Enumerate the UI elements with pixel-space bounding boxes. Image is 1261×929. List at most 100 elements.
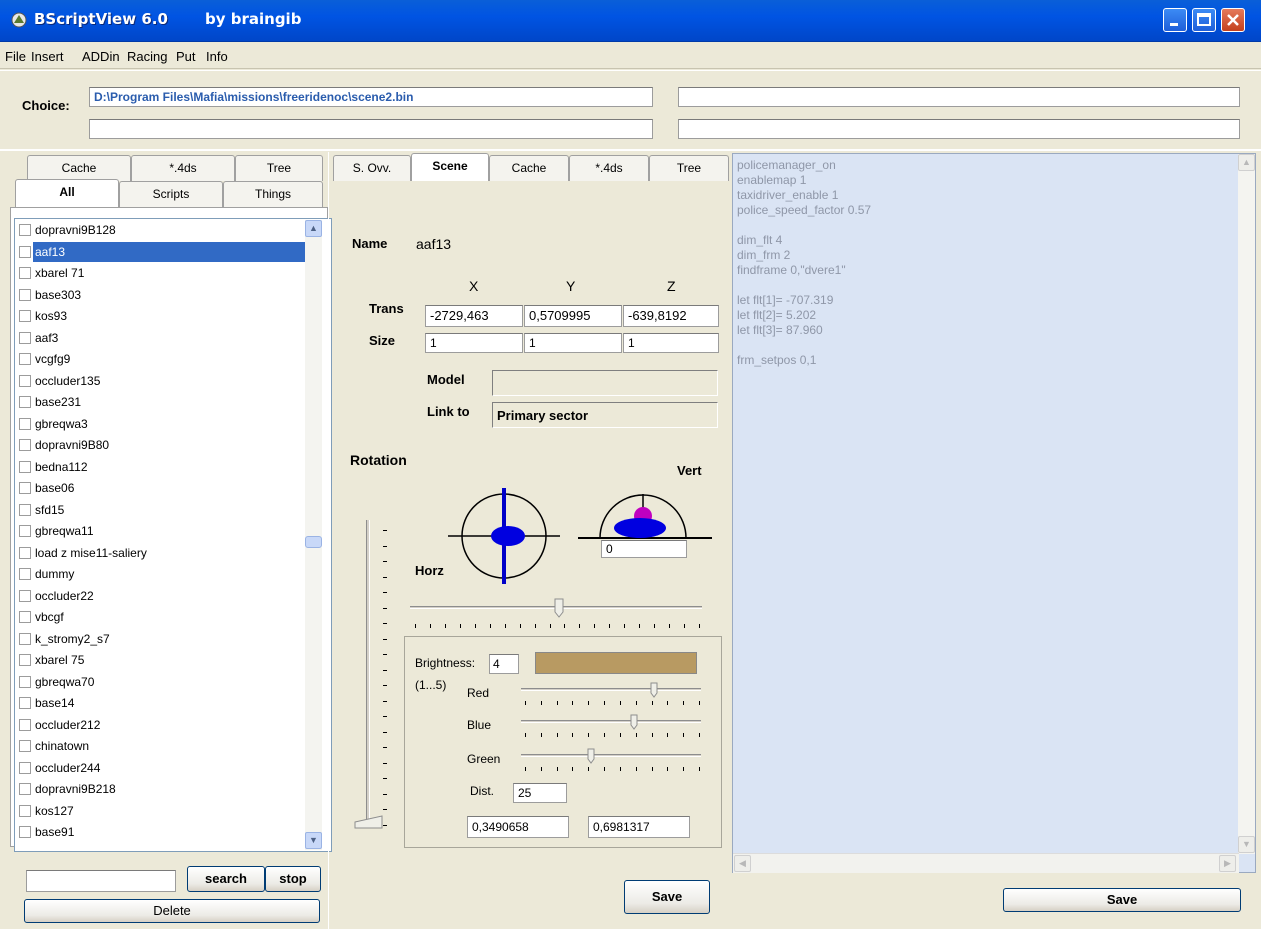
list-item[interactable]: dopravni9B128: [17, 220, 307, 240]
list-item[interactable]: occluder135: [17, 371, 307, 391]
horz-rotation-dial[interactable]: [448, 484, 560, 584]
size-z-field[interactable]: 1: [623, 333, 719, 353]
menu-insert[interactable]: Insert: [31, 49, 64, 64]
list-item[interactable]: sfd15: [17, 500, 307, 520]
tab-scene[interactable]: Scene: [411, 153, 489, 181]
menu-addin[interactable]: ADDin: [82, 49, 120, 64]
brightness-color-swatch[interactable]: [535, 652, 697, 674]
list-item-checkbox[interactable]: [19, 546, 31, 559]
choice-secondary-field[interactable]: [89, 119, 653, 139]
list-item-checkbox[interactable]: [19, 245, 31, 258]
green-slider-thumb[interactable]: [587, 748, 595, 764]
list-item-checkbox[interactable]: [19, 525, 31, 537]
list-item[interactable]: dummy: [17, 564, 307, 584]
close-button[interactable]: [1221, 8, 1245, 32]
green-slider-track[interactable]: [521, 754, 701, 757]
list-item[interactable]: dopravni9B80: [17, 435, 307, 455]
list-item[interactable]: aaf13: [17, 241, 307, 262]
vert-rotation-dial[interactable]: [578, 480, 712, 542]
rotation-value-b-field[interactable]: 0,6981317: [588, 816, 690, 838]
list-item-checkbox[interactable]: [19, 697, 31, 709]
trans-x-field[interactable]: -2729,463: [425, 305, 523, 327]
list-item-checkbox[interactable]: [19, 396, 31, 408]
tab-all[interactable]: All: [15, 179, 119, 207]
list-item-checkbox[interactable]: [19, 783, 31, 795]
list-item-checkbox[interactable]: [19, 310, 31, 322]
list-item[interactable]: xbarel 75: [17, 650, 307, 670]
list-item[interactable]: vbcgf: [17, 607, 307, 627]
tab-cache[interactable]: Cache: [489, 155, 569, 181]
stop-button[interactable]: stop: [265, 866, 321, 892]
list-item[interactable]: base231: [17, 392, 307, 412]
brightness-field[interactable]: 4: [489, 654, 519, 674]
list-item[interactable]: gbreqwa11: [17, 521, 307, 541]
title-bar[interactable]: BScriptView 6.0 by braingib: [0, 0, 1261, 42]
list-item[interactable]: gbreqwa3: [17, 414, 307, 434]
delete-button[interactable]: Delete: [24, 899, 320, 923]
list-item[interactable]: dopravni9B218: [17, 779, 307, 799]
tab-cache-left[interactable]: Cache: [27, 155, 131, 181]
list-item-checkbox[interactable]: [19, 482, 31, 494]
list-item-checkbox[interactable]: [19, 460, 31, 473]
choice-path-field[interactable]: D:\Program Files\Mafia\missions\freeride…: [89, 87, 653, 107]
size-x-field[interactable]: 1: [425, 333, 523, 353]
blue-slider-track[interactable]: [521, 720, 701, 723]
list-item-checkbox[interactable]: [19, 417, 31, 430]
list-scrollbar[interactable]: ▲ ▼: [305, 220, 322, 850]
list-item-checkbox[interactable]: [19, 353, 31, 365]
link-to-field[interactable]: Primary sector: [492, 402, 718, 428]
list-item[interactable]: gbreqwa70: [17, 672, 307, 692]
list-item-checkbox[interactable]: [19, 675, 31, 688]
list-item-checkbox[interactable]: [19, 761, 31, 774]
list-item[interactable]: occluder244: [17, 758, 307, 778]
list-item-checkbox[interactable]: [19, 718, 31, 731]
trans-z-field[interactable]: -639,8192: [623, 305, 719, 327]
blue-slider-thumb[interactable]: [630, 714, 638, 730]
tab-things[interactable]: Things: [223, 181, 323, 207]
tab-s-ovv[interactable]: S. Ovv.: [333, 155, 411, 181]
red-slider-track[interactable]: [521, 688, 701, 691]
list-item-checkbox[interactable]: [19, 632, 31, 645]
list-item-checkbox[interactable]: [19, 740, 31, 752]
dist-field[interactable]: 25: [513, 783, 567, 803]
tab-scripts[interactable]: Scripts: [119, 181, 223, 207]
list-item[interactable]: base06: [17, 478, 307, 498]
list-item-checkbox[interactable]: [19, 288, 31, 301]
list-item[interactable]: base14: [17, 693, 307, 713]
list-item[interactable]: base91: [17, 822, 307, 842]
choice-right-field-1[interactable]: [678, 87, 1240, 107]
menu-racing[interactable]: Racing: [127, 49, 167, 64]
list-item[interactable]: load z mise11-saliery: [17, 543, 307, 563]
list-item-checkbox[interactable]: [19, 503, 31, 516]
tab-tree[interactable]: Tree: [649, 155, 729, 181]
script-save-button[interactable]: Save: [1003, 888, 1241, 912]
minimize-button[interactable]: [1163, 8, 1187, 32]
list-item-checkbox[interactable]: [19, 374, 31, 387]
menu-info[interactable]: Info: [206, 49, 228, 64]
scene-save-button[interactable]: Save: [624, 880, 710, 914]
list-item-checkbox[interactable]: [19, 611, 31, 623]
list-item-checkbox[interactable]: [19, 804, 31, 817]
list-item[interactable]: aaf3: [17, 328, 307, 348]
list-item[interactable]: bedna112: [17, 457, 307, 477]
scroll-thumb[interactable]: [305, 536, 322, 548]
rotation-value-a-field[interactable]: 0,3490658: [467, 816, 569, 838]
list-item-checkbox[interactable]: [19, 654, 31, 666]
script-scroll-right-button[interactable]: ▶: [1219, 855, 1236, 872]
list-item-checkbox[interactable]: [19, 439, 31, 451]
script-editor[interactable]: policemanager_on enablemap 1 taxidriver_en…: [732, 153, 1256, 873]
list-item-checkbox[interactable]: [19, 224, 31, 236]
vertical-slider-thumb[interactable]: [354, 814, 384, 830]
list-item[interactable]: chinatown: [17, 736, 307, 756]
list-item[interactable]: kos93: [17, 306, 307, 326]
list-item-checkbox[interactable]: [19, 589, 31, 602]
tab-4ds-left[interactable]: *.4ds: [131, 155, 235, 181]
size-y-field[interactable]: 1: [524, 333, 622, 353]
script-scroll-up-button[interactable]: ▲: [1238, 154, 1255, 171]
script-vertical-scrollbar[interactable]: ▲ ▼: [1238, 154, 1255, 854]
scroll-down-button[interactable]: ▼: [305, 832, 322, 849]
model-field[interactable]: [492, 370, 718, 396]
list-item-checkbox[interactable]: [19, 267, 31, 279]
script-scroll-left-button[interactable]: ◀: [734, 855, 751, 872]
vertical-slider-track[interactable]: [366, 520, 370, 826]
